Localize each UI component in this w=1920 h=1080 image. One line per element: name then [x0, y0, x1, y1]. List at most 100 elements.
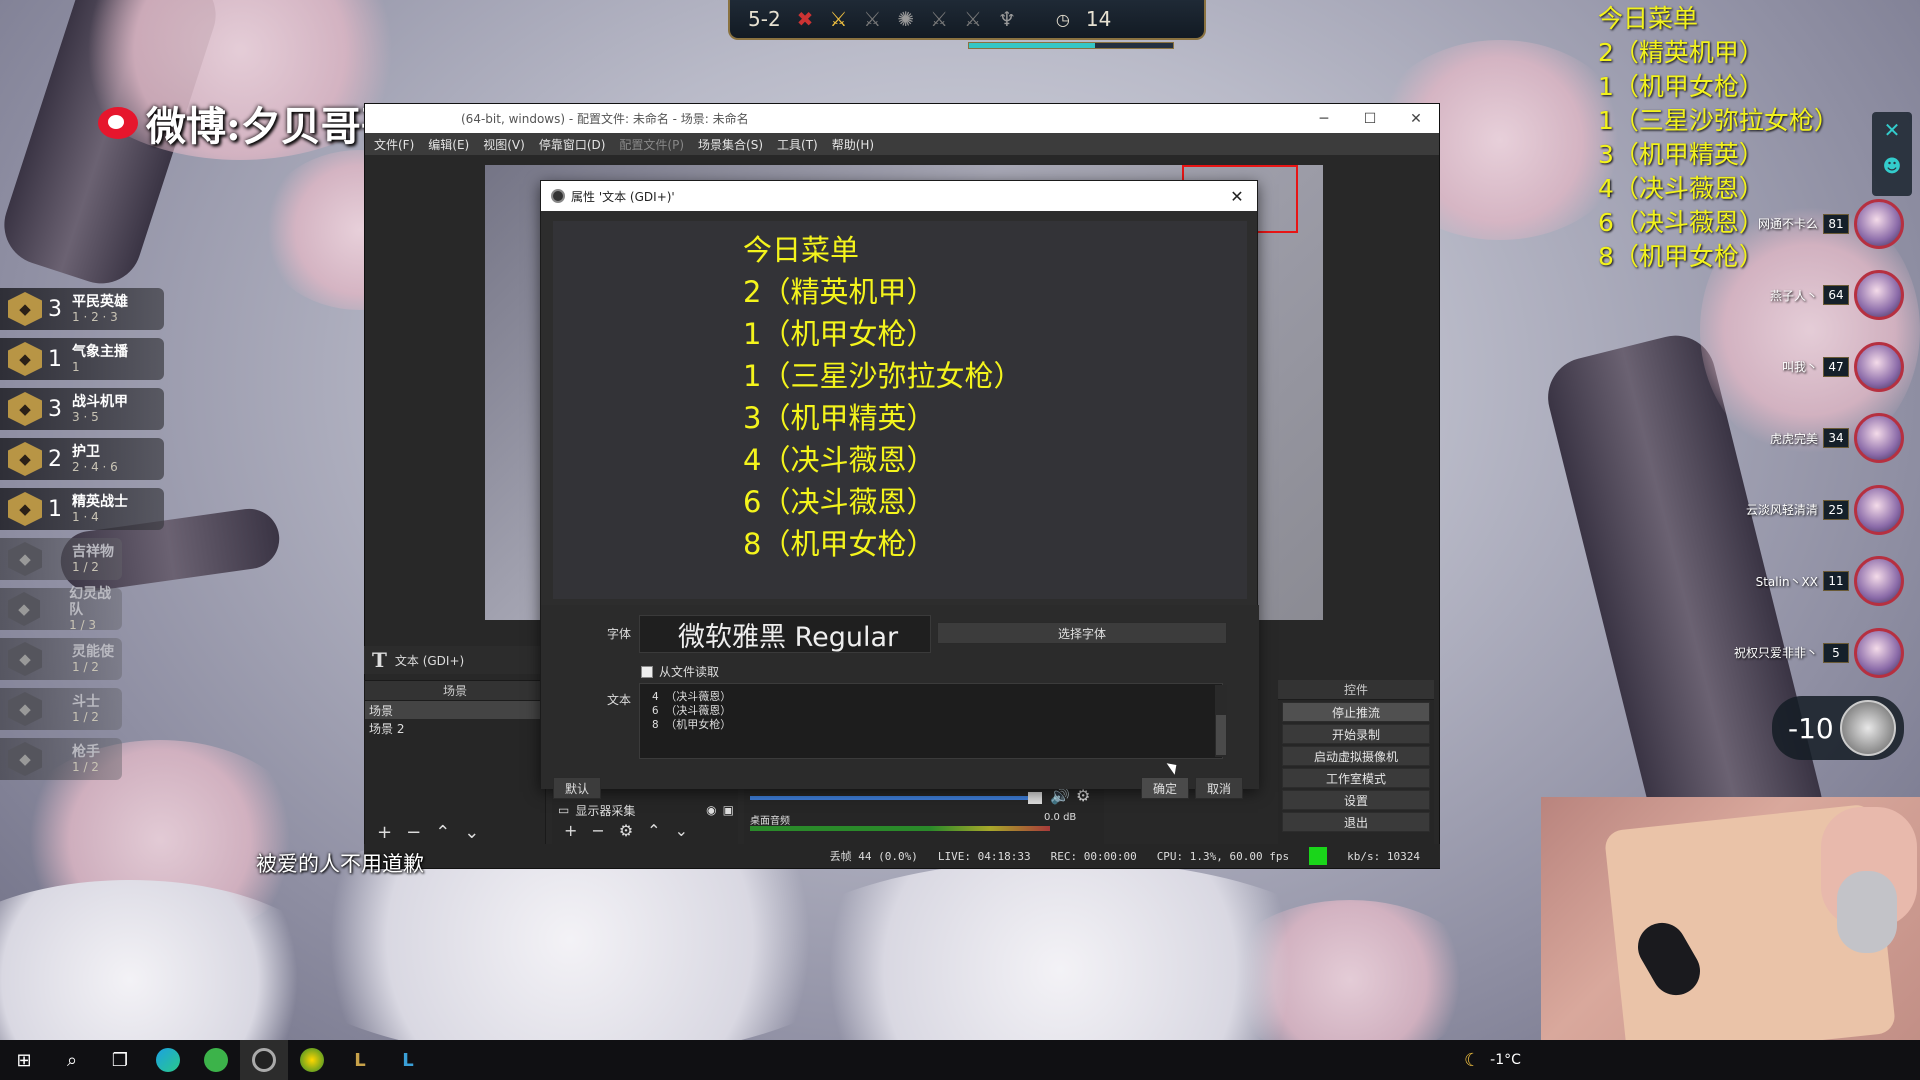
- app-yellow-icon[interactable]: [288, 1040, 336, 1080]
- scene-item[interactable]: 场景 2: [365, 719, 545, 737]
- text-input[interactable]: 4 （决斗薇恩） 6 （决斗薇恩） 8 （机甲女枪）: [639, 683, 1223, 759]
- trait-emblem-icon: ◆: [8, 492, 42, 526]
- trait-item[interactable]: ◆ 1 精英战士 1 · 4: [0, 488, 164, 530]
- trait-item[interactable]: ◆ 1 气象主播 1: [0, 338, 164, 380]
- player-name: Stalin丶XX: [1755, 574, 1818, 589]
- player-list: 网通不卡么 81 燕子人丶 64 叫我丶 47 虎虎完美 34 云淡风轻清清 2…: [1728, 188, 1920, 689]
- defaults-button[interactable]: 默认: [553, 777, 601, 799]
- ok-button[interactable]: 确定: [1141, 777, 1189, 799]
- selected-source-label: 文本 (GDI+): [394, 653, 465, 668]
- maximize-button[interactable]: ☐: [1347, 111, 1393, 127]
- player-row[interactable]: Stalin丶XX 11: [1728, 546, 1920, 618]
- rec-status: REC: 00:00:00: [1050, 849, 1137, 863]
- task-view-icon[interactable]: ❐: [96, 1040, 144, 1080]
- cancel-button[interactable]: 取消: [1195, 777, 1243, 799]
- menu-item[interactable]: 停靠窗口(D): [539, 136, 606, 153]
- menu-overlay-title: 今日菜单: [1598, 4, 1699, 33]
- player-hp: 5: [1823, 642, 1849, 663]
- windows-start-icon[interactable]: ⊞: [0, 1040, 48, 1080]
- trait-item[interactable]: ◆ 3 战斗机甲 3 · 5: [0, 388, 164, 430]
- trait-item[interactable]: ◆ 枪手 1 / 2: [0, 738, 122, 780]
- menu-item[interactable]: 配置文件(P): [619, 136, 684, 153]
- audio-mixer-panel: 🔊 ⚙ 桌面音频 0.0 dB: [744, 786, 1104, 846]
- properties-form: 字体 微软雅黑 Regular 选择字体 从文件读取 文本 4 （决斗薇恩） 6…: [541, 605, 1259, 799]
- lock-icon[interactable]: ▣: [723, 803, 734, 817]
- player-row[interactable]: 祝权只爱非非丶 5: [1728, 617, 1920, 689]
- source-item[interactable]: ▭ 显示器采集 ◉ ▣: [552, 800, 738, 820]
- trait-item[interactable]: ◆ 斗士 1 / 2: [0, 688, 122, 730]
- menu-item[interactable]: 视图(V): [483, 136, 525, 153]
- dialog-close-button[interactable]: ✕: [1217, 187, 1257, 206]
- wechat-icon[interactable]: [192, 1040, 240, 1080]
- remove-source-icon[interactable]: −: [591, 821, 604, 840]
- eye-icon[interactable]: ◉: [706, 803, 716, 817]
- menu-item[interactable]: 编辑(E): [428, 136, 469, 153]
- move-up-icon[interactable]: ⌃: [435, 822, 450, 843]
- checkbox-box[interactable]: [641, 665, 653, 678]
- lol-client-icon[interactable]: L: [336, 1040, 384, 1080]
- preview-line: 2（精英机甲）: [743, 275, 936, 309]
- player-row[interactable]: 云淡风轻清清 25: [1728, 474, 1920, 546]
- control-button[interactable]: 开始录制: [1282, 724, 1430, 744]
- trait-name: 平民英雄: [72, 294, 128, 310]
- source-up-icon[interactable]: ⌃: [647, 821, 660, 840]
- menu-overlay-line: 3（机甲精英）: [1598, 140, 1764, 169]
- obs-title-text: (64-bit, windows) - 配置文件: 未命名 - 场景: 未命名: [461, 112, 749, 126]
- trait-item[interactable]: ◆ 3 平民英雄 1 · 2 · 3: [0, 288, 164, 330]
- menu-item[interactable]: 工具(T): [777, 136, 818, 153]
- control-button[interactable]: 启动虚拟摄像机: [1282, 746, 1430, 766]
- edge-icon[interactable]: [144, 1040, 192, 1080]
- trait-emblem-icon: ◆: [8, 542, 42, 576]
- trait-name: 护卫: [72, 444, 100, 460]
- menu-item[interactable]: 文件(F): [374, 136, 414, 153]
- obs-taskbar-icon[interactable]: [240, 1040, 288, 1080]
- little-legend-avatar: [1839, 700, 1896, 756]
- choose-font-button[interactable]: 选择字体: [937, 622, 1227, 644]
- controls-panel: 控件 停止推流 开始录制 启动虚拟摄像机 工作室模式 设置 退出: [1278, 680, 1434, 845]
- player-avatar: [1854, 270, 1904, 321]
- trait-name: 灵能使: [72, 644, 114, 660]
- move-down-icon[interactable]: ⌄: [464, 822, 479, 843]
- source-settings-icon[interactable]: ⚙: [619, 821, 633, 840]
- close-button[interactable]: ✕: [1393, 111, 1439, 127]
- clock-icon: ◷: [1055, 9, 1070, 29]
- control-button[interactable]: 设置: [1282, 790, 1430, 810]
- player-row[interactable]: 燕子人丶 64: [1728, 260, 1920, 332]
- control-button[interactable]: 停止推流: [1282, 702, 1430, 722]
- weibo-logo-icon: [98, 107, 138, 139]
- trait-tiers: 1 / 2: [72, 710, 99, 724]
- remove-scene-icon[interactable]: −: [406, 822, 421, 843]
- trait-item[interactable]: ◆ 2 护卫 2 · 4 · 6: [0, 438, 164, 480]
- player-row[interactable]: 网通不卡么 81: [1728, 188, 1920, 260]
- menu-item[interactable]: 帮助(H): [832, 136, 874, 153]
- control-button[interactable]: 退出: [1282, 812, 1430, 832]
- lol-game-icon[interactable]: L: [384, 1040, 432, 1080]
- webcam-feed: [1541, 797, 1920, 1040]
- scoreboard-toggle[interactable]: ✕ ☻: [1872, 112, 1912, 196]
- trait-item[interactable]: ◆ 吉祥物 1 / 2: [0, 538, 122, 580]
- text-scrollbar[interactable]: [1215, 685, 1227, 757]
- trait-item[interactable]: ◆ 幻灵战队 1 / 3: [0, 586, 122, 632]
- menu-item[interactable]: 场景集合(S): [698, 136, 763, 153]
- player-row[interactable]: 虎虎完美 34: [1728, 403, 1920, 475]
- source-down-icon[interactable]: ⌄: [675, 821, 688, 840]
- trait-item[interactable]: ◆ 灵能使 1 / 2: [0, 638, 122, 680]
- dialog-titlebar[interactable]: 属性 '文本 (GDI+)' ✕: [541, 181, 1257, 211]
- obs-titlebar[interactable]: (64-bit, windows) - 配置文件: 未命名 - 场景: 未命名 …: [365, 104, 1439, 133]
- trait-count: 1: [48, 496, 62, 522]
- search-icon[interactable]: ⌕: [48, 1040, 96, 1080]
- scene-item[interactable]: 场景: [365, 701, 545, 719]
- player-hp: 81: [1823, 213, 1849, 234]
- trait-tiers: 3 · 5: [72, 410, 99, 424]
- read-from-file-checkbox[interactable]: 从文件读取: [641, 663, 719, 680]
- stream-health-indicator: [1309, 847, 1328, 865]
- volume-slider[interactable]: [750, 796, 1040, 800]
- trait-name: 精英战士: [72, 494, 128, 510]
- volume-slider-handle[interactable]: [1028, 792, 1042, 804]
- player-row[interactable]: 叫我丶 47: [1728, 331, 1920, 403]
- minimize-button[interactable]: ─: [1301, 111, 1347, 127]
- add-scene-icon[interactable]: +: [377, 822, 392, 843]
- control-button[interactable]: 工作室模式: [1282, 768, 1430, 788]
- add-source-icon[interactable]: +: [564, 821, 577, 840]
- monitor-icon: ▭: [558, 803, 570, 817]
